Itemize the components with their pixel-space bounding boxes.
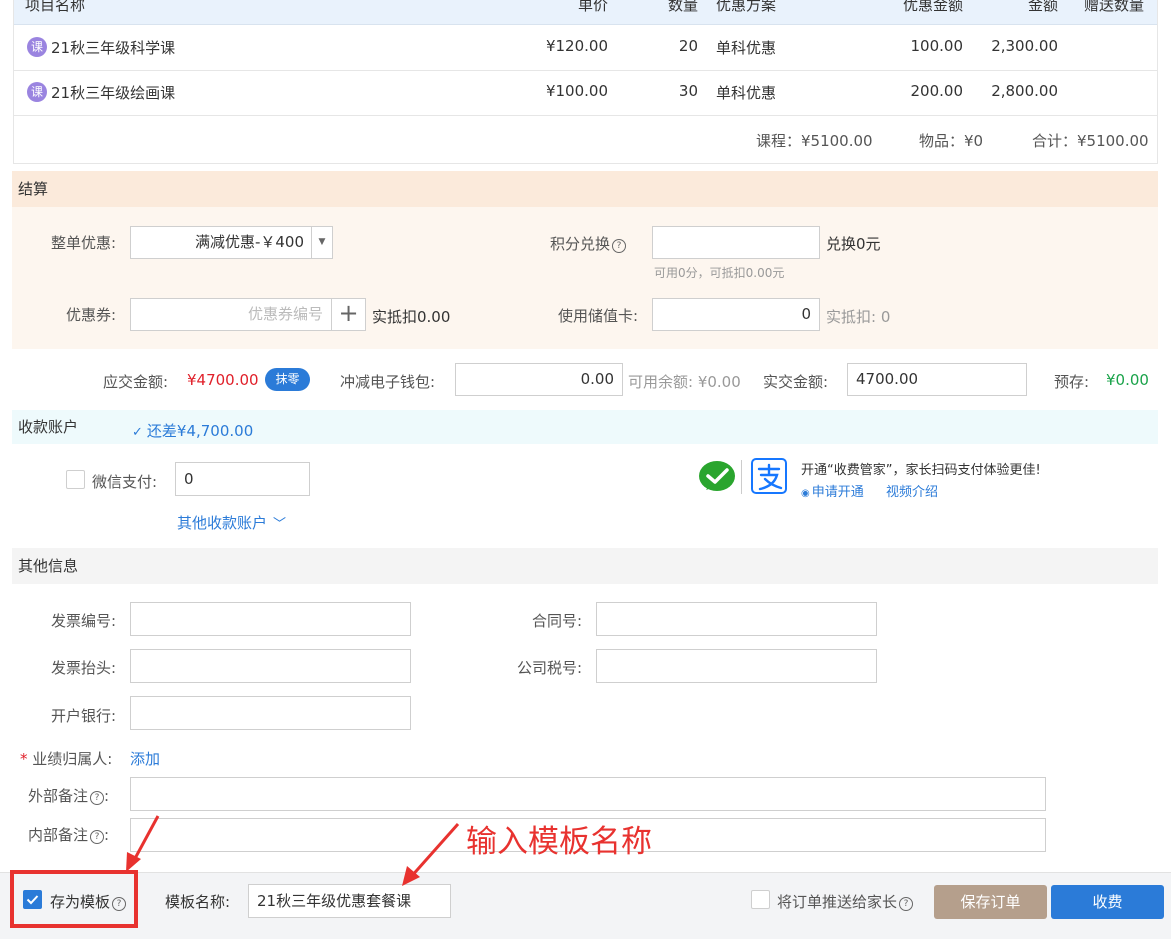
items-table: 项目名称 单价 数量 优惠方案 优惠金额 金额 赠送数量 课 21秋三年级科学课… bbox=[13, 0, 1158, 164]
promo-text: 开通“收费管家”，家长扫码支付体验更佳! bbox=[801, 463, 1041, 478]
prestore-value: ¥0.00 bbox=[1106, 371, 1149, 389]
wechat-pay-checkbox[interactable] bbox=[66, 470, 85, 489]
item-name: 21秋三年级科学课 bbox=[51, 39, 176, 57]
annotation-arrowhead-left bbox=[126, 852, 141, 872]
tax-no-input[interactable] bbox=[596, 649, 877, 683]
table-row: 课 21秋三年级绘画课 ¥100.00 30 单科优惠 200.00 2,800… bbox=[14, 70, 1157, 116]
wechat-pay-label: 微信支付: bbox=[92, 473, 158, 491]
invoice-no-input[interactable] bbox=[130, 602, 411, 636]
other-info-title: 其他信息 bbox=[18, 557, 79, 575]
col-header-qty: 数量 bbox=[667, 0, 698, 14]
coupon-placeholder: 优惠券编号 bbox=[247, 305, 323, 323]
save-order-button[interactable]: 保存订单 bbox=[934, 885, 1047, 919]
tax-no-label: 公司税号: bbox=[516, 659, 582, 677]
points-input[interactable] bbox=[652, 226, 820, 259]
annotation-text: 输入模板名称 bbox=[466, 824, 652, 860]
push-to-parent-label: 将订单推送给家长? bbox=[777, 891, 914, 912]
invoice-title-input[interactable] bbox=[130, 649, 411, 683]
prestore-label: 预存: bbox=[1054, 373, 1090, 391]
required-mark: * bbox=[20, 750, 28, 768]
contract-input[interactable] bbox=[596, 602, 877, 636]
col-header-plan: 优惠方案 bbox=[716, 0, 777, 14]
other-accounts-link[interactable]: 其他收款账户 ﹀ bbox=[177, 512, 286, 533]
item-amount: 2,800.00 bbox=[991, 82, 1058, 100]
apply-link-text: 申请开通 bbox=[811, 485, 864, 500]
course-icon: 课 bbox=[27, 82, 47, 102]
charge-button[interactable]: 收费 bbox=[1051, 885, 1164, 919]
points-result: 兑换0元 bbox=[826, 235, 881, 253]
logo-divider bbox=[741, 460, 742, 494]
due-label: 应交金额: bbox=[103, 373, 169, 391]
stored-card-label: 使用储值卡: bbox=[557, 307, 638, 325]
settlement-title: 结算 bbox=[18, 180, 49, 198]
item-discount: 200.00 bbox=[910, 82, 964, 100]
actual-input[interactable]: 4700.00 bbox=[847, 363, 1027, 396]
help-icon[interactable]: ? bbox=[899, 897, 914, 911]
bulb-icon: ◉ bbox=[801, 488, 810, 499]
table-row: 课 21秋三年级科学课 ¥120.00 20 单科优惠 100.00 2,300… bbox=[14, 25, 1157, 71]
item-discount: 100.00 bbox=[910, 37, 964, 55]
remaining-text: 还差¥4,700.00 bbox=[146, 422, 254, 440]
coupon-input[interactable]: 优惠券编号 bbox=[130, 298, 332, 331]
contract-label: 合同号: bbox=[531, 612, 582, 630]
help-icon[interactable]: ? bbox=[612, 239, 627, 253]
bank-label: 开户银行: bbox=[50, 707, 116, 725]
check-icon: ✓ bbox=[132, 425, 143, 440]
invoice-no-label: 发票编号: bbox=[50, 612, 116, 630]
actual-label: 实交金额: bbox=[763, 373, 829, 391]
col-header-name: 项目名称 bbox=[25, 0, 86, 14]
stored-card-deduct: 实抵扣: 0 bbox=[826, 308, 891, 326]
wallet-input[interactable]: 0.00 bbox=[455, 363, 623, 396]
course-icon: 课 bbox=[27, 37, 47, 57]
push-to-parent-checkbox[interactable] bbox=[751, 890, 770, 909]
points-label: 积分兑换? bbox=[550, 233, 627, 254]
summary-goods: 物品：¥0 bbox=[919, 132, 984, 150]
stored-card-input[interactable]: 0 bbox=[652, 298, 820, 331]
wechat-logo-icon bbox=[698, 460, 736, 494]
order-discount-label: 整单优惠: bbox=[50, 234, 116, 252]
push-to-parent-text: 将订单推送给家长 bbox=[777, 893, 898, 911]
chevron-down-icon: ﹀ bbox=[273, 517, 287, 532]
item-qty: 20 bbox=[678, 37, 698, 55]
summary-course: 课程：¥5100.00 bbox=[756, 132, 873, 150]
round-off-button[interactable]: 抹零 bbox=[265, 368, 310, 391]
order-discount-select[interactable]: 满减优惠-￥400 ▼ bbox=[130, 226, 333, 259]
points-label-text: 积分兑换 bbox=[550, 235, 611, 253]
item-price: ¥100.00 bbox=[545, 82, 608, 100]
remaining-amount: ✓ 还差¥4,700.00 bbox=[132, 420, 253, 441]
order-discount-value: 满减优惠-￥400 bbox=[194, 233, 304, 251]
col-header-price: 单价 bbox=[577, 0, 608, 14]
bank-input[interactable] bbox=[130, 696, 411, 730]
performance-label-text: 业绩归属人: bbox=[32, 750, 113, 768]
item-plan[interactable]: 单科优惠 bbox=[716, 82, 776, 103]
col-header-discount: 优惠金额 bbox=[902, 0, 963, 14]
annotation-arrow-right bbox=[408, 823, 460, 879]
points-hint: 可用0分，可抵扣0.00元 bbox=[654, 266, 785, 280]
wallet-label: 冲减电子钱包: bbox=[340, 373, 436, 391]
available-balance: 可用余额: ¥0.00 bbox=[628, 373, 741, 391]
caret-down-icon: ▼ bbox=[311, 227, 332, 258]
item-amount: 2,300.00 bbox=[991, 37, 1058, 55]
other-accounts-text: 其他收款账户 bbox=[177, 514, 268, 532]
coupon-label: 优惠券: bbox=[65, 306, 116, 324]
item-name: 21秋三年级绘画课 bbox=[51, 84, 176, 102]
due-value: ¥4700.00 bbox=[187, 371, 259, 389]
wechat-pay-input[interactable]: 0 bbox=[175, 462, 310, 496]
video-link[interactable]: 视频介绍 bbox=[886, 481, 938, 500]
apply-link[interactable]: ◉ 申请开通 bbox=[801, 481, 864, 500]
performance-add-link[interactable]: 添加 bbox=[130, 748, 160, 769]
item-qty: 30 bbox=[678, 82, 698, 100]
item-price: ¥120.00 bbox=[545, 37, 608, 55]
summary-total: 合计：¥5100.00 bbox=[1032, 132, 1149, 150]
invoice-title-label: 发票抬头: bbox=[50, 659, 116, 677]
col-header-amount: 金额 bbox=[1027, 0, 1058, 14]
col-header-gift: 赠送数量 bbox=[1084, 0, 1145, 14]
coupon-add-button[interactable]: + bbox=[331, 298, 366, 331]
coupon-deduct: 实抵扣0.00 bbox=[372, 308, 451, 326]
performance-label: * 业绩归属人: bbox=[20, 748, 112, 769]
alipay-logo-icon bbox=[751, 458, 787, 494]
item-plan[interactable]: 单科优惠 bbox=[716, 37, 776, 58]
